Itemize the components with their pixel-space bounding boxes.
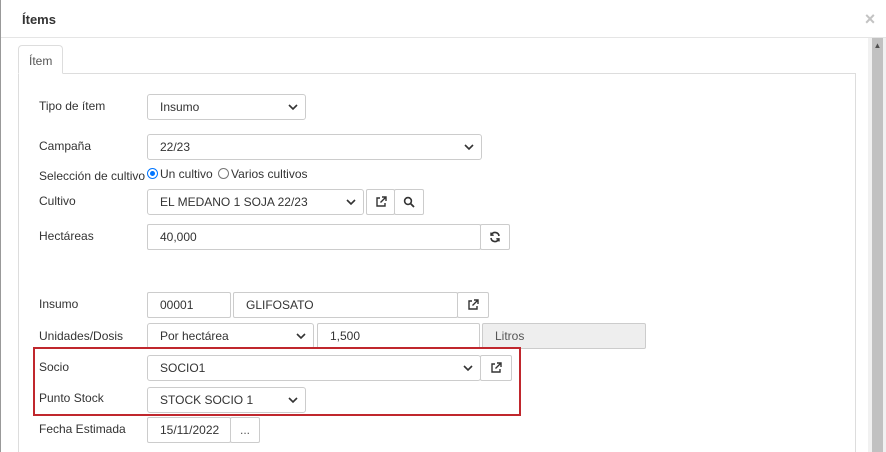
external-link-icon	[468, 299, 479, 310]
tipo-item-select[interactable]: Insumo	[147, 94, 306, 120]
cultivo-select[interactable]: EL MEDANO 1 SOJA 22/23	[147, 189, 364, 215]
radio-un-cultivo-label: Un cultivo	[160, 167, 213, 181]
close-icon[interactable]: ×	[862, 10, 878, 28]
radio-varios-cultivos-label: Varios cultivos	[231, 167, 308, 181]
seleccion-cultivo-radios: Un cultivo Varios cultivos	[147, 167, 308, 183]
modal-header: Ítems ×	[1, 0, 886, 38]
modal-title: Ítems	[22, 12, 56, 27]
fecha-estimada-input[interactable]: 15/11/2022	[147, 417, 231, 443]
cultivo-open-button[interactable]	[366, 189, 395, 215]
dosis-amount-input[interactable]: 1,500	[317, 323, 480, 349]
items-modal: Ítems × Ítem Tipo de ítem Insumo Campaña…	[0, 0, 886, 452]
chevron-down-icon	[463, 365, 473, 372]
socio-label: Socio	[39, 360, 70, 374]
cultivo-label: Cultivo	[39, 194, 76, 208]
insumo-open-button[interactable]	[457, 292, 489, 318]
insumo-name-input[interactable]: GLIFOSATO	[233, 292, 458, 318]
tipo-item-value: Insumo	[160, 100, 200, 114]
tipo-item-label: Tipo de ítem	[39, 99, 106, 113]
chevron-down-icon	[346, 199, 356, 206]
scroll-up-arrow-icon[interactable]: ▲	[872, 40, 883, 52]
cultivo-search-button[interactable]	[394, 189, 424, 215]
unidades-mode-select[interactable]: Por hectárea	[147, 323, 314, 349]
chevron-down-icon	[464, 144, 474, 151]
scrollbar-thumb[interactable]	[872, 38, 883, 452]
hectareas-input[interactable]: 40,000	[147, 224, 481, 250]
tab-panel	[18, 73, 856, 452]
socio-open-button[interactable]	[480, 355, 512, 381]
chevron-down-icon	[296, 333, 306, 340]
hectareas-label: Hectáreas	[39, 229, 94, 243]
insumo-code-input[interactable]: 00001	[147, 292, 231, 318]
unidades-dosis-label: Unidades/Dosis	[39, 329, 124, 343]
hectareas-refresh-button[interactable]	[480, 224, 510, 250]
chevron-down-icon	[288, 104, 298, 111]
seleccion-cultivo-label: Selección de cultivo	[39, 169, 146, 183]
punto-stock-value: STOCK SOCIO 1	[160, 393, 254, 407]
chevron-down-icon	[288, 397, 298, 404]
socio-value: SOCIO1	[160, 361, 206, 375]
radio-varios-cultivos[interactable]	[218, 168, 230, 179]
refresh-icon	[490, 231, 500, 243]
unidades-mode-value: Por hectárea	[160, 329, 229, 343]
external-link-icon	[491, 362, 502, 373]
dosis-unit-readonly: Litros	[482, 323, 646, 349]
cultivo-value: EL MEDANO 1 SOJA 22/23	[160, 195, 308, 209]
campana-select[interactable]: 22/23	[147, 134, 482, 160]
socio-select[interactable]: SOCIO1	[147, 355, 481, 381]
radio-un-cultivo[interactable]	[147, 168, 158, 179]
date-picker-button[interactable]: ...	[230, 417, 260, 443]
modal-scrollbar[interactable]: ▲	[868, 38, 886, 452]
campana-value: 22/23	[160, 140, 191, 154]
fecha-estimada-label: Fecha Estimada	[39, 422, 126, 436]
punto-stock-select[interactable]: STOCK SOCIO 1	[147, 387, 306, 413]
insumo-label: Insumo	[39, 297, 79, 311]
punto-stock-label: Punto Stock	[39, 391, 104, 405]
external-link-icon	[375, 196, 387, 207]
campana-label: Campaña	[39, 139, 92, 153]
search-icon	[403, 196, 415, 208]
tab-item[interactable]: Ítem	[18, 45, 63, 74]
